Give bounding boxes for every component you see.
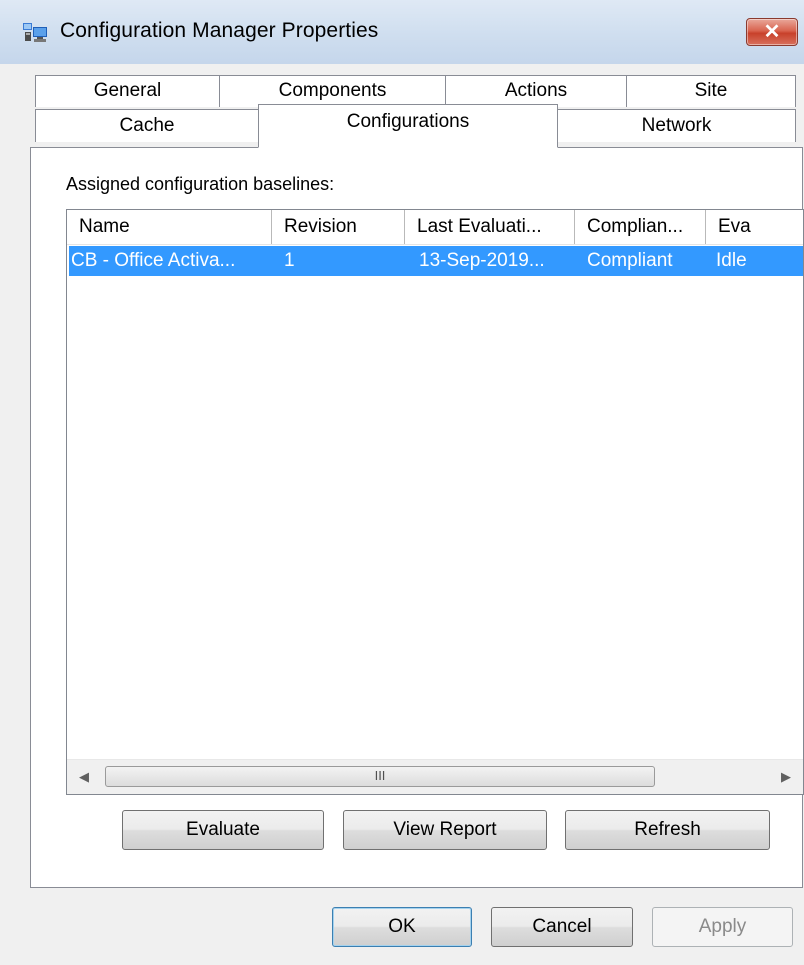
tab-label: Network bbox=[641, 115, 712, 136]
cell-evaluation: Idle bbox=[716, 250, 747, 271]
column-header-evaluation[interactable]: Eva bbox=[706, 210, 803, 244]
tab-label: Site bbox=[694, 80, 728, 101]
tab-label: Components bbox=[278, 80, 387, 101]
scroll-right-icon[interactable]: ▶ bbox=[769, 760, 803, 794]
tab-label: Actions bbox=[504, 80, 568, 101]
tab-label: Cache bbox=[119, 115, 175, 136]
refresh-button[interactable]: Refresh bbox=[565, 810, 770, 850]
baselines-label: Assigned configuration baselines: bbox=[66, 174, 335, 194]
column-header-revision[interactable]: Revision bbox=[272, 210, 405, 244]
title-bar: Configuration Manager Properties ✕ bbox=[0, 0, 804, 65]
tab-cache[interactable]: Cache bbox=[35, 109, 259, 142]
table-row[interactable]: CB - Office Activa... 1 13-Sep-2019... C… bbox=[69, 246, 803, 276]
cell-name: CB - Office Activa... bbox=[71, 250, 236, 271]
tab-panel-configurations: Assigned configuration baselines: Name R… bbox=[30, 147, 804, 888]
list-header: Name Revision Last Evaluati... Complian.… bbox=[67, 210, 803, 245]
column-header-last-evaluation[interactable]: Last Evaluati... bbox=[405, 210, 575, 244]
tab-label: Configurations bbox=[346, 111, 470, 132]
close-icon: ✕ bbox=[763, 21, 781, 43]
scroll-thumb[interactable]: III bbox=[105, 766, 655, 787]
tab-label: General bbox=[93, 80, 162, 101]
window-title: Configuration Manager Properties bbox=[60, 19, 379, 42]
view-report-button[interactable]: View Report bbox=[343, 810, 547, 850]
tab-site[interactable]: Site bbox=[626, 75, 796, 107]
column-header-compliance[interactable]: Complian... bbox=[575, 210, 706, 244]
apply-button[interactable]: Apply bbox=[652, 907, 793, 947]
cell-last-evaluation: 13-Sep-2019... bbox=[419, 250, 545, 271]
scroll-grip-icon: III bbox=[374, 768, 386, 783]
tab-network[interactable]: Network bbox=[557, 109, 796, 142]
dialog-client-area: General Components Actions Site Cache Co… bbox=[0, 64, 804, 965]
tab-configurations[interactable]: Configurations bbox=[258, 104, 558, 148]
evaluate-button[interactable]: Evaluate bbox=[122, 810, 324, 850]
baselines-list[interactable]: Name Revision Last Evaluati... Complian.… bbox=[66, 209, 804, 795]
ok-button[interactable]: OK bbox=[332, 907, 472, 947]
app-icon bbox=[23, 23, 47, 42]
scroll-left-icon[interactable]: ◀ bbox=[67, 760, 101, 794]
column-header-name[interactable]: Name bbox=[67, 210, 272, 244]
tab-general[interactable]: General bbox=[35, 75, 220, 107]
tab-actions[interactable]: Actions bbox=[445, 75, 627, 107]
cancel-button[interactable]: Cancel bbox=[491, 907, 633, 947]
cell-compliance: Compliant bbox=[587, 250, 673, 271]
tab-components[interactable]: Components bbox=[219, 75, 446, 107]
horizontal-scrollbar[interactable]: ◀ III ▶ bbox=[67, 759, 803, 794]
close-button[interactable]: ✕ bbox=[746, 18, 798, 46]
cell-revision: 1 bbox=[284, 250, 295, 271]
